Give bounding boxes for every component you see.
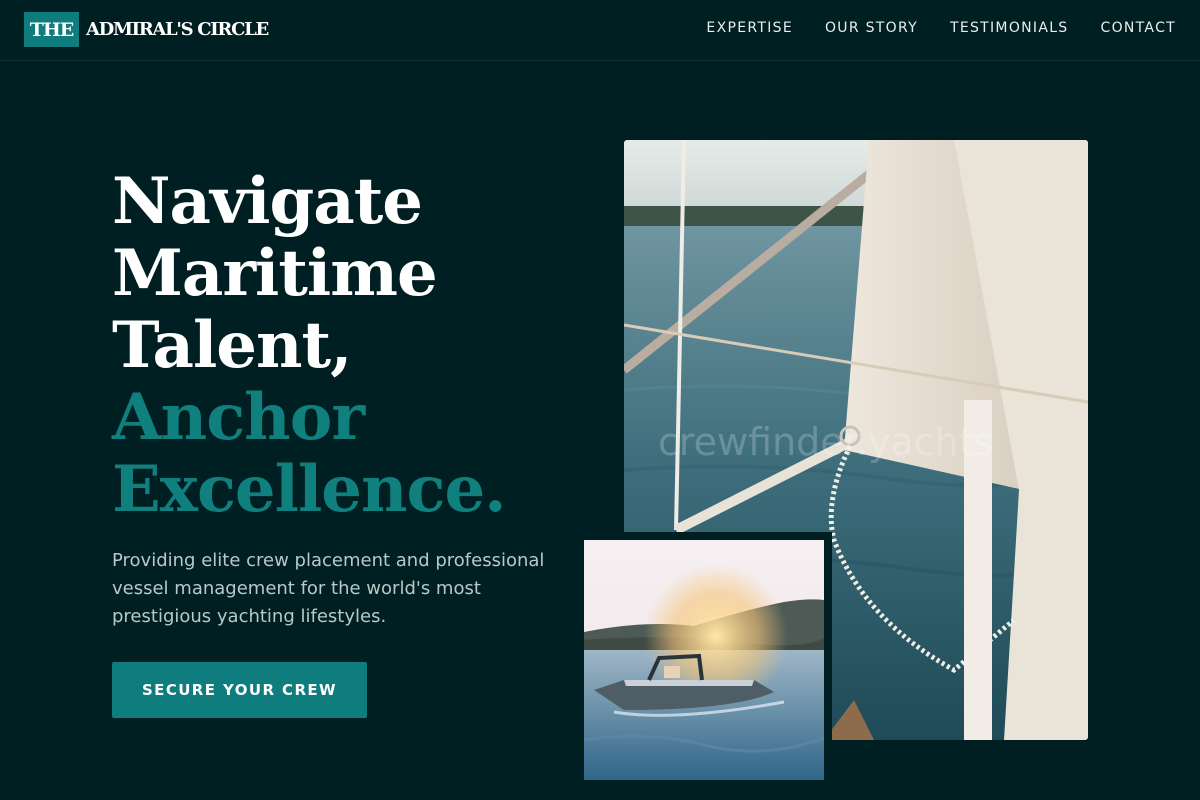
nav-link-expertise[interactable]: EXPERTISE <box>706 20 793 36</box>
site-header: THE ADMIRAL'S CIRCLE EXPERTISE OUR STORY… <box>0 0 1200 61</box>
headline-line: Talent, <box>112 308 352 383</box>
brand-logo[interactable]: THE ADMIRAL'S CIRCLE <box>24 12 269 47</box>
nav-link-contact[interactable]: CONTACT <box>1101 20 1177 36</box>
hero-description: Providing elite crew placement and profe… <box>112 550 545 627</box>
photo-watermark: crewfinder.yachts <box>658 420 994 464</box>
secure-your-crew-button[interactable]: SECURE YOUR CREW <box>112 662 367 718</box>
headline-accent-line: Excellence. <box>112 452 506 527</box>
nav-link-testimonials[interactable]: TESTIMONIALS <box>950 20 1069 36</box>
speedboat-photo-art <box>584 540 824 780</box>
logo-badge: THE <box>24 12 79 47</box>
main-nav: EXPERTISE OUR STORY TESTIMONIALS CONTACT <box>706 20 1176 36</box>
headline-line: Maritime <box>112 236 438 311</box>
hero-headline: Navigate Maritime Talent, Anchor Excelle… <box>112 166 582 526</box>
headline-accent-line: Anchor <box>112 380 365 455</box>
speedboat-photo <box>576 532 832 788</box>
nav-link-our-story[interactable]: OUR STORY <box>825 20 918 36</box>
headline-line: Navigate <box>112 164 423 239</box>
logo-wordmark: ADMIRAL'S CIRCLE <box>86 19 269 40</box>
